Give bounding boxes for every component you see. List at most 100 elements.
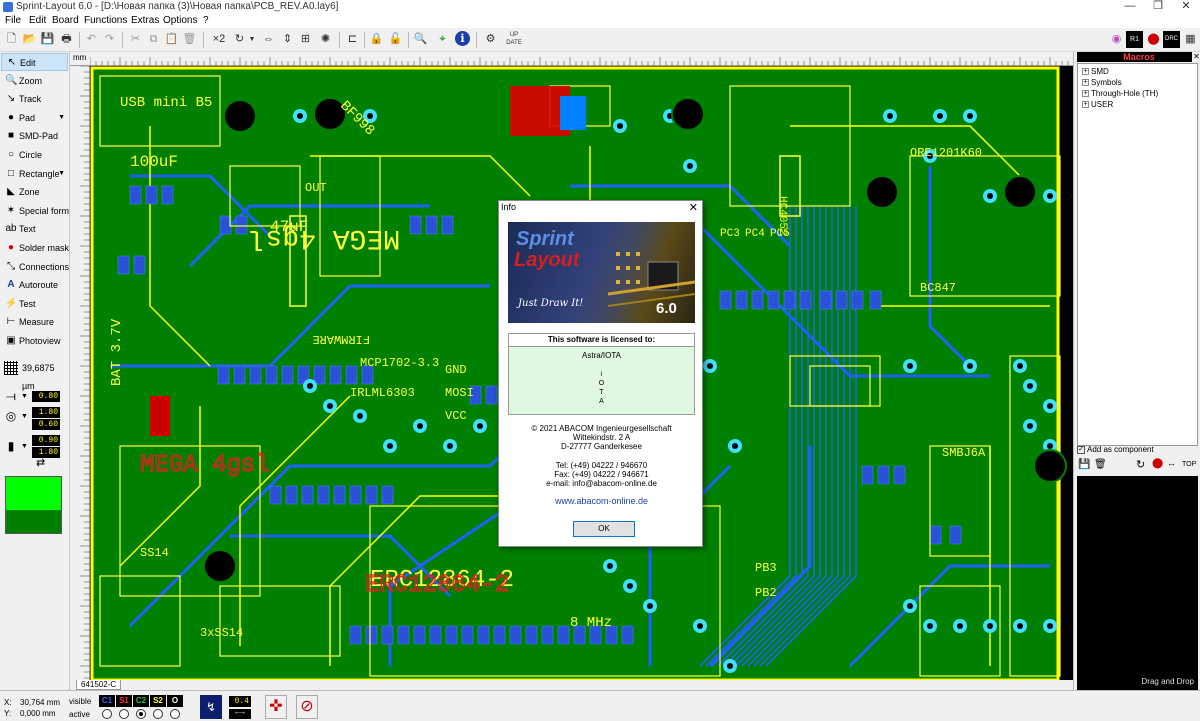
chevron-down-icon[interactable]: ▼: [58, 165, 65, 183]
tool-solder-mask[interactable]: ● Solder mask: [1, 239, 69, 257]
tool-track[interactable]: ↘ Track: [1, 90, 68, 108]
tool-zoom[interactable]: 🔍 Zoom: [1, 72, 68, 90]
top-layer-toggle[interactable]: TOP: [1182, 461, 1196, 468]
layer-visible-c2[interactable]: C2: [133, 695, 149, 707]
menu-file[interactable]: File: [5, 15, 21, 26]
mirror-horizontal-icon[interactable]: ↔: [1167, 458, 1176, 468]
menu-functions[interactable]: Functions: [84, 15, 127, 26]
layer-active-radio[interactable]: [102, 709, 112, 719]
new-file-icon[interactable]: 🗋: [3, 31, 20, 48]
duplicate-button[interactable]: ×2: [209, 31, 229, 48]
redo-icon[interactable]: ↷: [101, 31, 118, 48]
maximize-button[interactable]: ❐: [1144, 0, 1172, 14]
save-icon[interactable]: 💾: [39, 31, 56, 48]
minimize-button[interactable]: —: [1116, 0, 1144, 14]
paste-icon[interactable]: 📋: [163, 31, 180, 48]
save-macro-icon[interactable]: 💾: [1078, 459, 1090, 470]
smd-width-value[interactable]: 0.90: [32, 435, 60, 446]
expand-icon[interactable]: +: [1082, 90, 1089, 98]
grid-indicator[interactable]: 39,6875 µm: [4, 359, 66, 391]
update-button[interactable]: UP DATE: [504, 31, 524, 48]
expand-icon[interactable]: +: [1082, 101, 1089, 109]
settings-gear-icon[interactable]: ⚙: [482, 31, 499, 48]
chevron-down-icon[interactable]: ▼: [21, 413, 28, 420]
active-layer-swatch[interactable]: [5, 476, 62, 534]
print-icon[interactable]: 🖶: [58, 31, 75, 48]
close-button[interactable]: ✕: [1172, 0, 1200, 14]
dialog-close-icon[interactable]: ✕: [689, 201, 698, 214]
light-icon[interactable]: ✺: [317, 31, 334, 48]
tool-test[interactable]: ⚡ Test: [1, 295, 68, 313]
website-link[interactable]: www.abacom-online.de: [499, 496, 704, 506]
tool-circle[interactable]: ○ Circle: [1, 146, 68, 164]
layer-active-radio[interactable]: [136, 709, 146, 719]
layer-active-radio[interactable]: [119, 709, 129, 719]
mirror-horizontal-icon[interactable]: ⇔: [260, 31, 277, 48]
tool-edit[interactable]: ↖ Edit: [1, 53, 68, 71]
rotate-macro-icon[interactable]: ↻: [1136, 458, 1145, 471]
delete-macro-icon[interactable]: 🗑: [1094, 459, 1107, 470]
track-width-value[interactable]: 0.80: [32, 391, 60, 402]
snap-mode-icon[interactable]: ⟷: [229, 709, 251, 719]
tool-pad[interactable]: ● Pad ▼: [1, 109, 68, 127]
tool-measure[interactable]: ⊢ Measure: [1, 313, 68, 331]
tool-photoview[interactable]: ▣ Photoview: [1, 332, 68, 350]
zoom-fit-icon[interactable]: 🔍: [412, 31, 429, 48]
expand-icon[interactable]: +: [1082, 68, 1089, 76]
crosshair-icon[interactable]: ⌖: [434, 31, 451, 48]
origin-marker-icon[interactable]: ✜: [265, 695, 287, 719]
tool-smd-pad[interactable]: ■ SMD-Pad: [1, 127, 68, 145]
menu-board[interactable]: Board: [52, 15, 79, 26]
menu-extras[interactable]: Extras: [131, 15, 159, 26]
menu-edit[interactable]: Edit: [29, 15, 46, 26]
layer-visible-s1[interactable]: S1: [116, 695, 132, 707]
via-icon[interactable]: ↯: [200, 695, 222, 719]
expand-icon[interactable]: +: [1082, 79, 1089, 87]
macros-close-icon[interactable]: ✕: [1192, 52, 1200, 62]
ratsnest-icon[interactable]: ◉: [1108, 31, 1125, 48]
menu-options[interactable]: Options: [163, 15, 197, 26]
tool-rectangle[interactable]: □ Rectangle ▼: [1, 165, 68, 183]
tool-zone[interactable]: ◣ Zone: [1, 183, 68, 201]
unlock-icon[interactable]: 🔓: [387, 31, 404, 48]
rules-icon[interactable]: R1: [1126, 31, 1143, 48]
mirror-macro-icon[interactable]: ⬤: [1152, 458, 1163, 469]
open-file-icon[interactable]: 📂: [21, 31, 38, 48]
align-icon[interactable]: ⊞: [297, 31, 314, 48]
undo-icon[interactable]: ↶: [83, 31, 100, 48]
snap-value[interactable]: 0.4: [229, 696, 251, 707]
macro-tree-item[interactable]: + Through-Hole (TH): [1082, 89, 1158, 98]
layer-visible-s2[interactable]: S2: [150, 695, 166, 707]
cut-icon[interactable]: ✂: [127, 31, 144, 48]
ok-button[interactable]: OK: [573, 521, 635, 537]
copy-icon[interactable]: ⧉: [145, 31, 162, 48]
macro-tree-item[interactable]: + Symbols: [1082, 78, 1122, 87]
swap-icon[interactable]: ⇄: [36, 456, 45, 469]
delete-icon[interactable]: 🗑: [181, 31, 198, 48]
chevron-down-icon[interactable]: ▼: [247, 31, 257, 48]
mirror-vertical-icon[interactable]: ⇕: [279, 31, 296, 48]
board-tab[interactable]: 641502-C: [76, 680, 122, 690]
layer-visible-o[interactable]: O: [167, 695, 183, 707]
record-icon[interactable]: ⬤: [1145, 31, 1162, 48]
macro-tree-item[interactable]: + USER: [1082, 100, 1113, 109]
component-icon[interactable]: ⊏: [344, 31, 361, 48]
tool-autoroute[interactable]: A Autoroute: [1, 276, 68, 294]
rotate-icon[interactable]: ↻: [231, 31, 248, 48]
layer-visible-c1[interactable]: C1: [99, 695, 115, 707]
pad-inner-value[interactable]: 0.60: [32, 419, 60, 430]
chevron-down-icon[interactable]: ▼: [21, 393, 28, 400]
tool-text[interactable]: ab Text: [1, 220, 68, 238]
macro-tree-item[interactable]: + SMD: [1082, 67, 1109, 76]
no-connection-icon[interactable]: ⊘: [296, 695, 318, 719]
chevron-down-icon[interactable]: ▼: [58, 109, 65, 127]
lock-icon[interactable]: 🔒: [368, 31, 385, 48]
drc-icon[interactable]: DRC: [1163, 31, 1180, 48]
layer-active-radio[interactable]: [170, 709, 180, 719]
info-icon[interactable]: i: [455, 31, 470, 46]
pcb-board-icon[interactable]: ▦: [1182, 31, 1199, 48]
layer-active-radio[interactable]: [153, 709, 163, 719]
menu-help[interactable]: ?: [203, 15, 209, 26]
pad-outer-value[interactable]: 1.80: [32, 407, 60, 418]
tool-connections[interactable]: ⤡ Connections: [1, 258, 69, 276]
